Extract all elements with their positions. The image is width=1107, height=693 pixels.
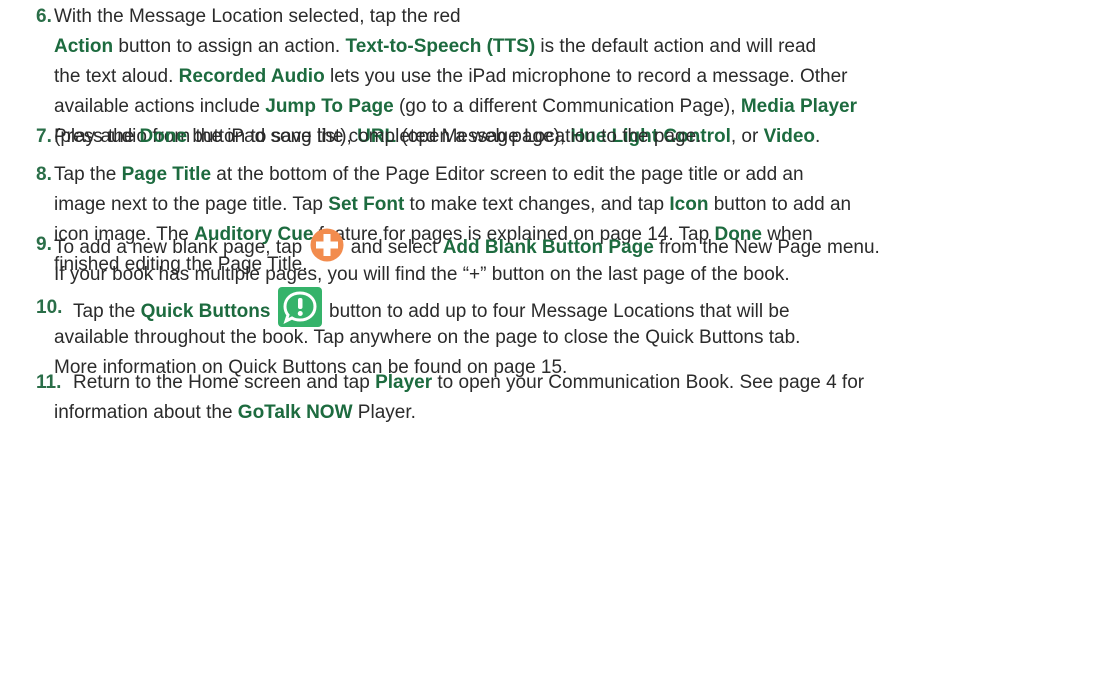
body-text: available actions include xyxy=(54,96,266,117)
body-text: button to save the completed Message Loc… xyxy=(187,126,702,147)
step-number: 11. xyxy=(36,372,62,393)
step-line: image next to the page title. Tap Set Fo… xyxy=(54,194,851,216)
body-text xyxy=(270,301,275,322)
step-line: With the Message Location selected, tap … xyxy=(54,6,461,28)
body-text: to open your Communication Book. See pag… xyxy=(432,372,865,393)
highlighted-term: Action xyxy=(54,36,114,57)
step-number: 6. xyxy=(36,6,52,27)
highlighted-term: Recorded Audio xyxy=(178,66,325,87)
instruction-document: 6. With the Message Location selected, ta… xyxy=(0,0,1107,693)
step-line: Action button to assign an action. Text-… xyxy=(54,36,816,58)
highlighted-term: Text-to-Speech (TTS) xyxy=(345,36,536,57)
body-text: (go to a different Communication Page), xyxy=(393,96,741,117)
step-line: information about the GoTalk NOW Player. xyxy=(54,402,416,424)
body-text: from the New Page menu. xyxy=(653,237,880,259)
step-number: 8. xyxy=(36,164,52,185)
highlighted-term: Set Font xyxy=(328,194,405,215)
body-text: is the default action and will read xyxy=(535,36,817,57)
body-text: to make text changes, and tap xyxy=(404,194,670,215)
body-text: lets you use the iPad microphone to reco… xyxy=(324,66,848,87)
step-number: 9. xyxy=(36,234,52,255)
body-text: Player. xyxy=(352,402,416,423)
highlighted-term: Quick Buttons xyxy=(140,301,271,323)
body-text: Tap the xyxy=(54,164,122,185)
step-line: the text aloud. Recorded Audio lets you … xyxy=(54,66,847,88)
body-text: and select xyxy=(345,237,443,259)
highlighted-term: Player xyxy=(375,372,433,393)
body-text: Return to the Home screen and tap xyxy=(73,372,376,393)
step-line: available throughout the book. Tap anywh… xyxy=(54,327,800,349)
step-line: Press the Done button to save the comple… xyxy=(54,126,701,148)
quick-buttons-icon[interactable] xyxy=(277,287,322,327)
highlighted-term: Icon xyxy=(669,194,709,215)
body-text: button to add an xyxy=(708,194,852,215)
step-line: Tap the Page Title at the bottom of the … xyxy=(54,164,804,186)
step-line: Return to the Home screen and tap Player… xyxy=(73,372,864,394)
step-line: available actions include Jump To Page (… xyxy=(54,96,857,118)
body-text: button to add up to four Message Locatio… xyxy=(323,301,790,323)
highlighted-term: Add Blank Button Page xyxy=(442,237,654,259)
body-text: , or xyxy=(730,126,764,147)
highlighted-term: Done xyxy=(139,126,188,147)
step-number: 7. xyxy=(36,126,52,147)
highlighted-term: Video xyxy=(763,126,815,147)
highlighted-term: Jump To Page xyxy=(265,96,394,117)
body-text: . xyxy=(815,126,821,147)
body-text: at the bottom of the Page Editor screen … xyxy=(211,164,804,185)
body-text: image next to the page title. Tap xyxy=(54,194,329,215)
highlighted-term: Media Player xyxy=(740,96,857,117)
body-text: button to assign an action. xyxy=(113,36,346,57)
step-number: 10. xyxy=(36,297,63,318)
body-text: To add a new blank page, tap xyxy=(54,237,308,259)
body-text: available throughout the book. Tap anywh… xyxy=(54,327,801,348)
body-text: Tap the xyxy=(73,301,141,323)
step-line: If your book has multiple pages, you wil… xyxy=(54,264,790,286)
step-line: Tap the Quick Buttons button to add up t… xyxy=(73,287,790,327)
body-text: If your book has multiple pages, you wil… xyxy=(54,264,790,285)
body-text: Press the xyxy=(54,126,140,147)
highlighted-term: Page Title xyxy=(121,164,212,185)
step-line: To add a new blank page, tap and select … xyxy=(54,228,880,262)
body-text: the text aloud. xyxy=(54,66,179,87)
plus-icon[interactable] xyxy=(310,228,344,262)
body-text: With the Message Location selected, tap … xyxy=(54,6,461,27)
body-text: information about the xyxy=(54,402,238,423)
highlighted-term: GoTalk NOW xyxy=(237,402,353,423)
